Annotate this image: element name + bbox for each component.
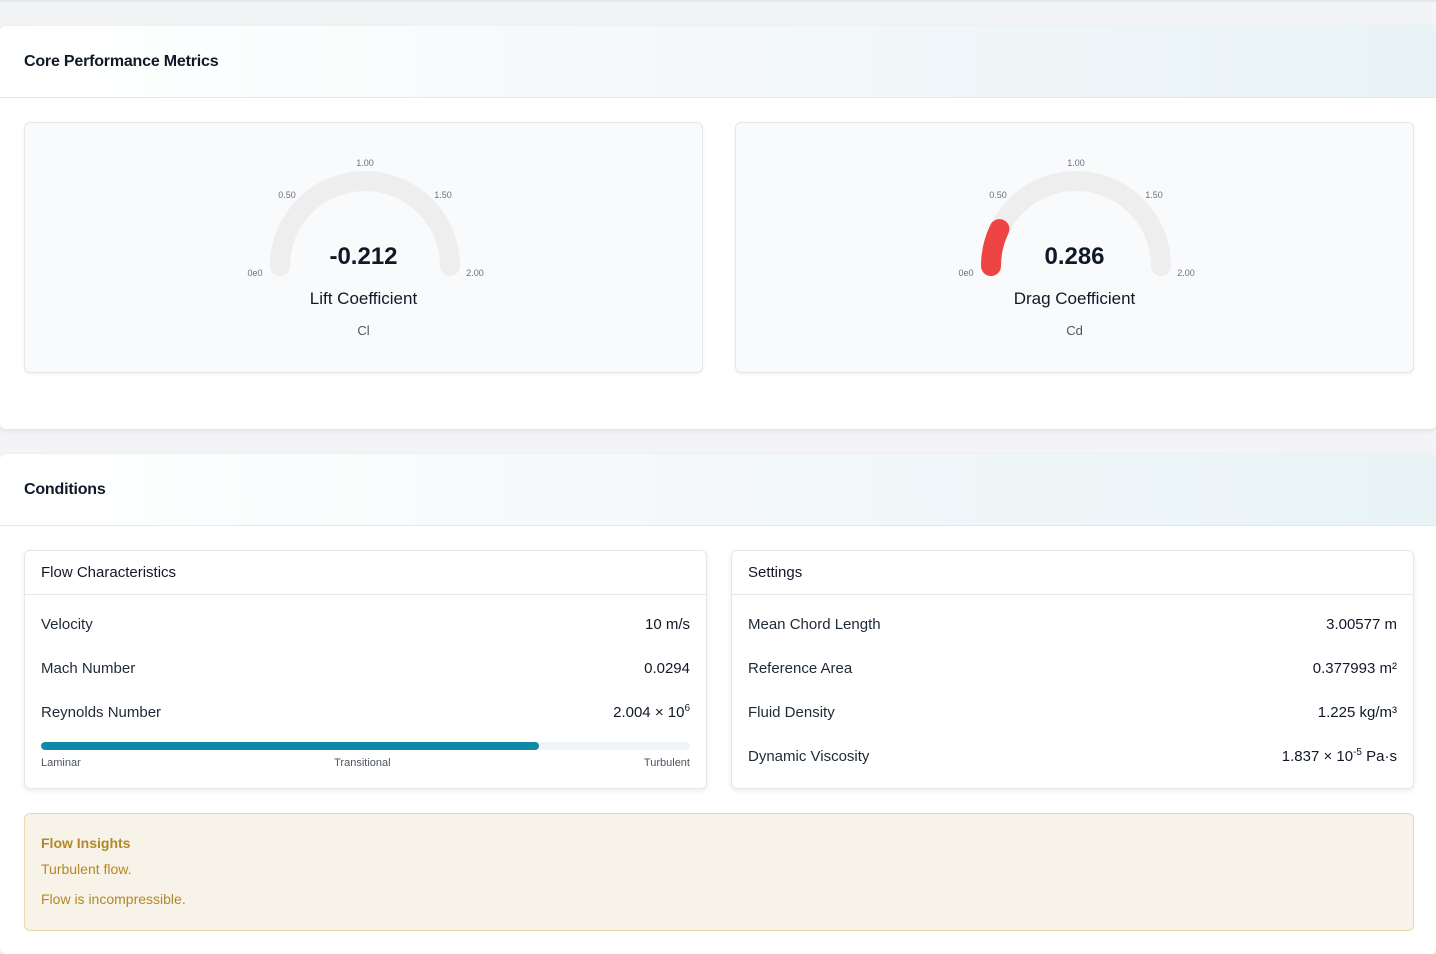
velocity-row: Velocity 10 m/s bbox=[41, 614, 690, 634]
reynolds-number-label: Reynolds Number bbox=[41, 703, 162, 721]
flow-insight-compressibility: Flow is incompressible. bbox=[41, 891, 186, 907]
velocity-value: 10 m/s bbox=[644, 615, 690, 633]
reynolds-mantissa: 2.004 × 10 bbox=[613, 703, 685, 721]
reynolds-number-row: Reynolds Number 2.004 × 106 bbox=[41, 702, 690, 722]
dynamic-viscosity-value: 1.837 × 10-5 Pa·s bbox=[1281, 746, 1397, 765]
lift-tick-1: 0.50 bbox=[278, 190, 296, 200]
reynolds-exponent: 6 bbox=[684, 702, 690, 714]
fluid-density-value: 1.225 kg/m³ bbox=[1317, 703, 1397, 721]
lift-coefficient-symbol: Cl bbox=[357, 323, 370, 338]
regime-transitional-label: Transitional bbox=[334, 757, 391, 769]
flow-insight-regime: Turbulent flow. bbox=[41, 861, 132, 877]
lift-tick-2: 1.00 bbox=[356, 158, 374, 168]
viscosity-mantissa: 1.837 × 10 bbox=[1281, 747, 1354, 765]
mach-number-value: 0.0294 bbox=[644, 659, 690, 677]
lift-coefficient-label: Lift Coefficient bbox=[309, 289, 418, 308]
fluid-density-row: Fluid Density 1.225 kg/m³ bbox=[748, 702, 1397, 722]
lift-coefficient-value: -0.212 bbox=[329, 243, 398, 270]
conditions-card: Conditions Flow Characteristics Velocity… bbox=[0, 454, 1436, 954]
drag-coefficient-label: Drag Coefficient bbox=[1013, 289, 1136, 308]
drag-tick-3: 1.50 bbox=[1145, 190, 1163, 200]
top-strip bbox=[0, 0, 1436, 2]
conditions-header: Conditions bbox=[0, 454, 1436, 526]
velocity-label: Velocity bbox=[41, 615, 93, 633]
reference-area-label: Reference Area bbox=[748, 659, 853, 677]
drag-coefficient-value: 0.286 bbox=[1044, 243, 1105, 270]
drag-tick-2: 1.00 bbox=[1067, 158, 1085, 168]
conditions-title: Conditions bbox=[24, 480, 106, 498]
lift-tick-3: 1.50 bbox=[434, 190, 452, 200]
reference-area-value: 0.377993 m² bbox=[1312, 659, 1397, 677]
flow-regime-bar bbox=[41, 742, 690, 750]
lift-gauge-panel: 0e0 0.50 1.00 1.50 2.00 -0.212 Lift Coef… bbox=[24, 122, 703, 373]
flow-regime-labels: Laminar Transitional Turbulent bbox=[41, 757, 690, 769]
regime-turbulent-label: Turbulent bbox=[643, 757, 690, 769]
reference-area-row: Reference Area 0.377993 m² bbox=[748, 658, 1397, 678]
settings-panel: Settings Mean Chord Length 3.00577 m Ref… bbox=[731, 550, 1414, 789]
mean-chord-length-label: Mean Chord Length bbox=[748, 615, 881, 633]
mach-number-label: Mach Number bbox=[41, 659, 136, 677]
drag-coefficient-symbol: Cd bbox=[1066, 323, 1083, 338]
flow-characteristics-title: Flow Characteristics bbox=[25, 551, 706, 595]
flow-insights-panel: Flow Insights Turbulent flow. Flow is in… bbox=[24, 813, 1414, 931]
dynamic-viscosity-row: Dynamic Viscosity 1.837 × 10-5 Pa·s bbox=[748, 746, 1397, 766]
core-metrics-title: Core Performance Metrics bbox=[24, 52, 219, 70]
settings-title: Settings bbox=[732, 551, 1413, 595]
core-metrics-header: Core Performance Metrics bbox=[0, 26, 1436, 98]
flow-regime-fill bbox=[41, 742, 539, 750]
viscosity-exponent: -5 bbox=[1353, 746, 1362, 758]
flow-insights-title: Flow Insights bbox=[41, 835, 131, 851]
drag-tick-1: 0.50 bbox=[989, 190, 1007, 200]
fluid-density-label: Fluid Density bbox=[748, 703, 835, 721]
drag-gauge-panel: 0e0 0.50 1.00 1.50 2.00 0.286 Drag Coeff… bbox=[735, 122, 1414, 373]
regime-laminar-label: Laminar bbox=[41, 757, 81, 769]
flow-characteristics-panel: Flow Characteristics Velocity 10 m/s Mac… bbox=[24, 550, 707, 789]
viscosity-unit: Pa·s bbox=[1361, 747, 1397, 765]
dynamic-viscosity-label: Dynamic Viscosity bbox=[748, 747, 870, 765]
mean-chord-length-row: Mean Chord Length 3.00577 m bbox=[748, 614, 1397, 634]
reynolds-number-value: 2.004 × 106 bbox=[613, 702, 690, 721]
mean-chord-length-value: 3.00577 m bbox=[1326, 615, 1397, 633]
mach-number-row: Mach Number 0.0294 bbox=[41, 658, 690, 678]
core-metrics-card: Core Performance Metrics 0e0 0.50 1.00 1… bbox=[0, 26, 1436, 429]
